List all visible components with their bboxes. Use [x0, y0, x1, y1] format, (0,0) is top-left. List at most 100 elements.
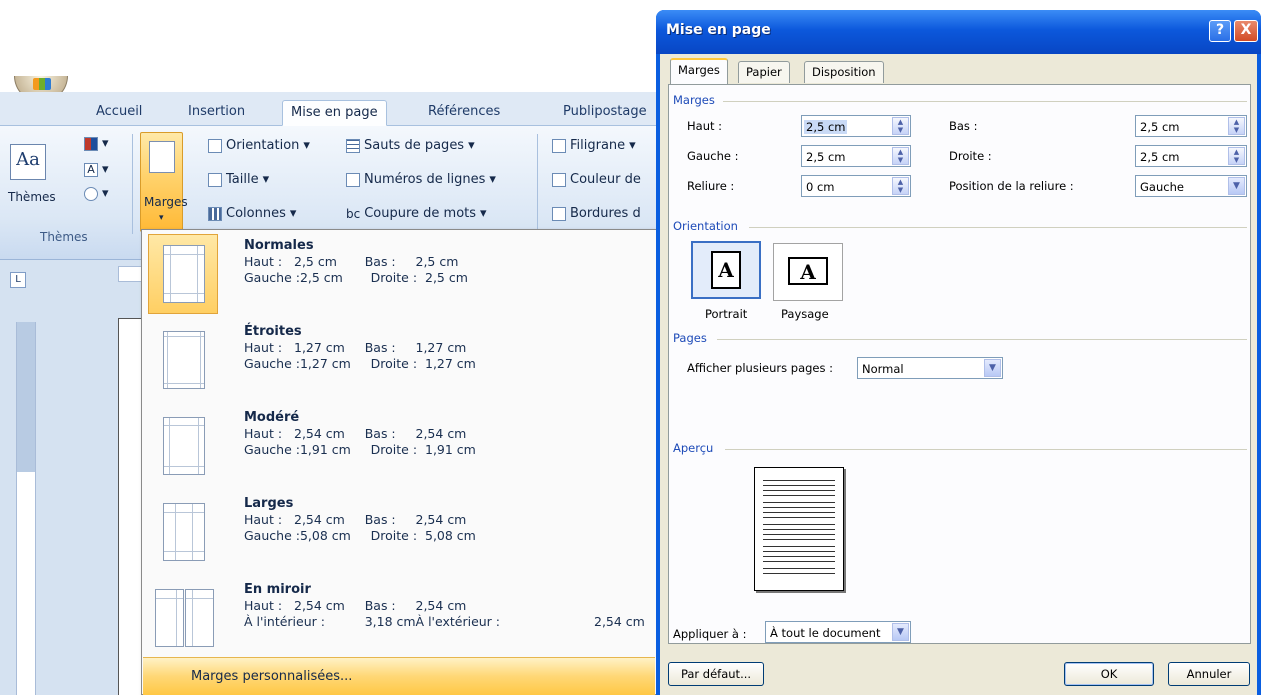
- chevron-down-icon: ▾: [159, 213, 164, 223]
- taille-button[interactable]: Taille ▾: [208, 172, 269, 187]
- margins-icon: [149, 141, 175, 173]
- spin-arrows-icon[interactable]: ▲ ▼: [1228, 147, 1245, 165]
- menu-item-larges[interactable]: Larges Haut : 2,54 cm Bas : 2,54 cm Gauc…: [146, 490, 652, 574]
- paysage-button[interactable]: A: [773, 243, 843, 301]
- coupure-button[interactable]: bc Coupure de mots ▾: [346, 206, 487, 221]
- reliure-label: Reliure :: [687, 179, 735, 193]
- item-row-extra: 2,54 cm: [594, 614, 645, 629]
- portrait-button[interactable]: A: [691, 241, 761, 299]
- gauche-label: Gauche :: [687, 149, 739, 163]
- tab-insertion[interactable]: Insertion: [180, 100, 253, 126]
- bordures-label: Bordures d: [570, 206, 641, 221]
- couleur-button[interactable]: Couleur de: [552, 172, 641, 187]
- pages-select[interactable]: Normal ▼: [857, 357, 1003, 379]
- themes-group-title: Thèmes: [40, 230, 88, 244]
- couleur-label: Couleur de: [570, 172, 641, 187]
- position-reliure-select[interactable]: Gauche ▼: [1135, 175, 1247, 197]
- page-preview: [754, 467, 844, 591]
- theme-fonts-button[interactable]: A ▾: [84, 162, 109, 177]
- reliure-spinner[interactable]: 0 cm ▲ ▼: [801, 175, 911, 197]
- colonnes-button[interactable]: Colonnes ▾: [208, 206, 296, 221]
- margin-wide-icon: [148, 492, 218, 572]
- droite-spinner[interactable]: 2,5 cm ▲ ▼: [1135, 145, 1247, 167]
- pages-label: Afficher plusieurs pages :: [687, 361, 834, 375]
- theme-effects-button[interactable]: ▾: [84, 186, 109, 201]
- menu-item-normales[interactable]: Normales Haut : 2,5 cm Bas : 2,5 cm Gauc…: [146, 232, 652, 316]
- item-row: Gauche :5,08 cm Droite : 5,08 cm: [244, 528, 476, 543]
- appliquer-value: À tout le document: [770, 626, 881, 640]
- item-row: À l'intérieur : 3,18 cmÀ l'extérieur :: [244, 614, 500, 629]
- filigrane-button[interactable]: Filigrane ▾: [552, 138, 636, 153]
- item-title: Normales: [244, 238, 314, 253]
- tab-publipostage[interactable]: Publipostage: [555, 100, 655, 126]
- item-row: Gauche :2,5 cm Droite : 2,5 cm: [244, 270, 468, 285]
- paysage-label: Paysage: [781, 307, 829, 321]
- group-separator: [537, 134, 538, 234]
- haut-spinner[interactable]: 2,5 cm ▲ ▼: [801, 115, 911, 137]
- ok-button[interactable]: OK: [1064, 662, 1154, 686]
- help-button[interactable]: ?: [1209, 20, 1231, 42]
- spin-arrows-icon[interactable]: ▲ ▼: [892, 147, 909, 165]
- item-title: Larges: [244, 496, 294, 511]
- tab-papier[interactable]: Papier: [738, 61, 790, 83]
- custom-margins-item[interactable]: Marges personnalisées...: [143, 657, 655, 695]
- bas-spinner[interactable]: 2,5 cm ▲ ▼: [1135, 115, 1247, 137]
- portrait-page-icon: A: [711, 251, 741, 289]
- item-row: Haut : 2,54 cm Bas : 2,54 cm: [244, 598, 467, 613]
- droite-value: 2,5 cm: [1140, 150, 1180, 164]
- tab-marges[interactable]: Marges: [670, 58, 728, 84]
- tab-references[interactable]: Références: [420, 100, 508, 126]
- reliure-value: 0 cm: [806, 180, 835, 194]
- group-separator: [132, 134, 133, 234]
- theme-colors-icon: [84, 136, 98, 151]
- orientation-label: Orientation: [226, 138, 300, 153]
- appliquer-label: Appliquer à :: [673, 627, 747, 641]
- spin-arrows-icon[interactable]: ▲ ▼: [892, 117, 909, 135]
- tab-mise-en-page[interactable]: Mise en page: [282, 100, 387, 126]
- chevron-down-icon[interactable]: ▼: [892, 623, 909, 641]
- orientation-button[interactable]: Orientation ▾: [208, 138, 310, 153]
- item-title: En miroir: [244, 582, 311, 597]
- dialog-body: Marges Papier Disposition Marges Haut : …: [660, 54, 1257, 695]
- menu-item-modere[interactable]: Modéré Haut : 2,54 cm Bas : 2,54 cm Gauc…: [146, 404, 652, 488]
- page-borders-icon: [552, 206, 566, 221]
- theme-colors-button[interactable]: ▾: [84, 136, 109, 151]
- appliquer-select[interactable]: À tout le document ▼: [765, 621, 911, 643]
- bordures-button[interactable]: Bordures d: [552, 206, 641, 221]
- vertical-ruler[interactable]: [16, 322, 36, 695]
- theme-fonts-icon: A: [84, 162, 98, 177]
- themes-icon[interactable]: Aa: [10, 144, 46, 180]
- custom-margins-label: Marges personnalisées...: [191, 669, 353, 684]
- spin-arrows-icon[interactable]: ▲ ▼: [1228, 117, 1245, 135]
- margins-dropdown-menu: Normales Haut : 2,5 cm Bas : 2,5 cm Gauc…: [141, 229, 657, 695]
- menu-item-en-miroir[interactable]: En miroir Haut : 2,54 cm Bas : 2,54 cm À…: [146, 576, 652, 660]
- chevron-down-icon[interactable]: ▼: [1228, 177, 1245, 195]
- numeros-button[interactable]: Numéros de lignes ▾: [346, 172, 496, 187]
- pages-value: Normal: [862, 362, 904, 376]
- columns-icon: [208, 206, 222, 221]
- sauts-button[interactable]: Sauts de pages ▾: [346, 138, 475, 153]
- colonnes-label: Colonnes: [226, 206, 286, 221]
- ribbon-tabs-bar: Accueil Insertion Mise en page Référence…: [0, 92, 656, 126]
- cancel-button[interactable]: Annuler: [1168, 662, 1250, 686]
- default-button[interactable]: Par défaut...: [668, 662, 764, 686]
- menu-item-etroites[interactable]: Étroites Haut : 1,27 cm Bas : 1,27 cm Ga…: [146, 318, 652, 402]
- marges-button[interactable]: Marges ▾: [140, 132, 188, 232]
- dialog-titlebar[interactable]: Mise en page ? X: [656, 10, 1261, 54]
- tab-selector-icon[interactable]: L: [10, 272, 26, 288]
- themes-button-label[interactable]: Thèmes: [8, 190, 56, 204]
- tab-accueil[interactable]: Accueil: [88, 100, 150, 126]
- tab-disposition[interactable]: Disposition: [804, 61, 884, 83]
- section-divider: [725, 449, 1247, 450]
- watermark-icon: [552, 138, 566, 153]
- section-orientation: Orientation: [673, 219, 738, 233]
- item-row: Gauche :1,27 cm Droite : 1,27 cm: [244, 356, 476, 371]
- item-row: Haut : 2,5 cm Bas : 2,5 cm: [244, 254, 459, 269]
- spin-arrows-icon[interactable]: ▲ ▼: [892, 177, 909, 195]
- page-setup-dialog: Mise en page ? X Marges Papier Dispositi…: [656, 10, 1261, 695]
- filigrane-label: Filigrane: [570, 138, 626, 153]
- close-button[interactable]: X: [1234, 20, 1258, 42]
- droite-label: Droite :: [949, 149, 992, 163]
- chevron-down-icon[interactable]: ▼: [984, 359, 1001, 377]
- gauche-spinner[interactable]: 2,5 cm ▲ ▼: [801, 145, 911, 167]
